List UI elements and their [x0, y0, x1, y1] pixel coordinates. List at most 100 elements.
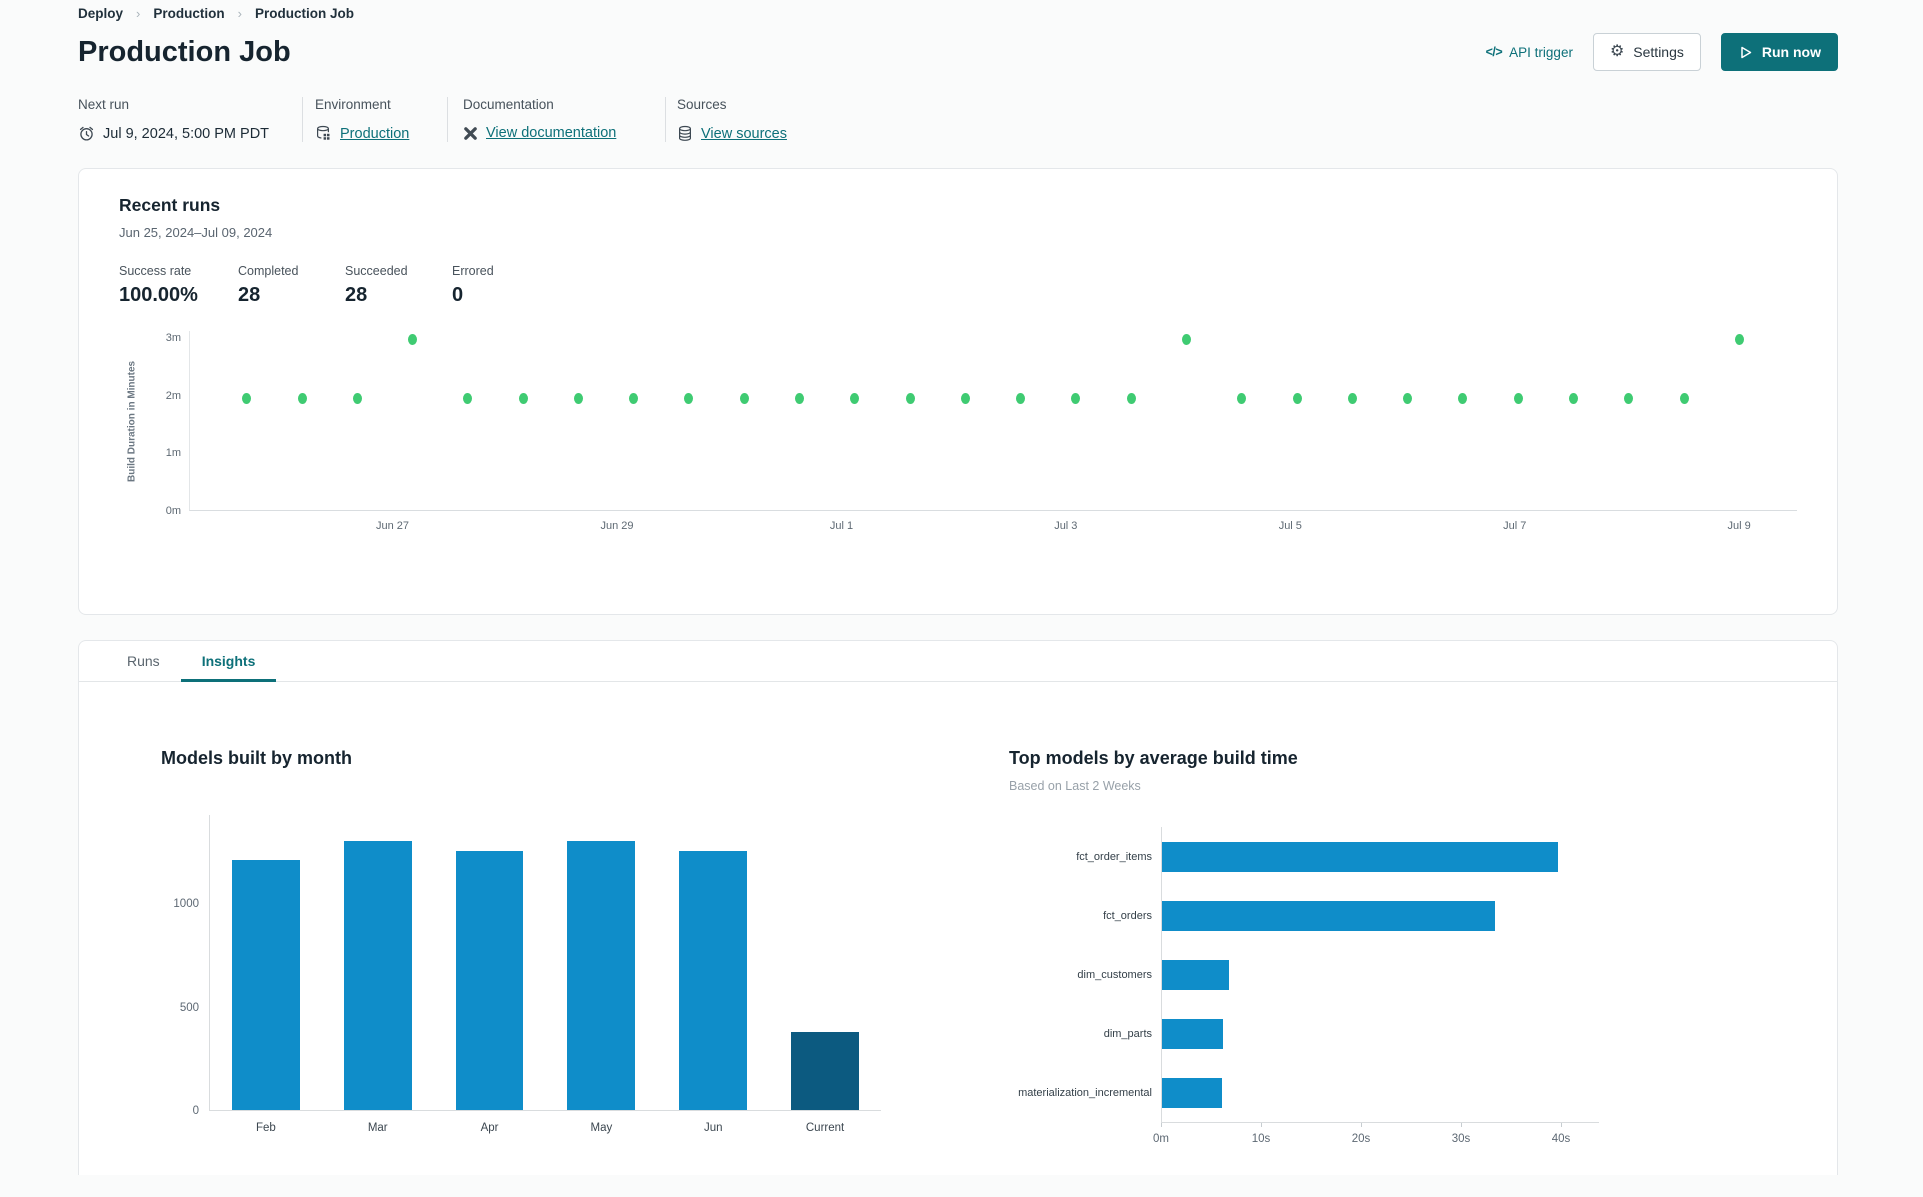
stat-success-rate: Success rate 100.00% [119, 264, 198, 306]
view-documentation-link[interactable]: View documentation [486, 125, 616, 141]
run-duration-dot[interactable] [352, 392, 362, 404]
run-duration-dot[interactable] [1734, 334, 1744, 346]
settings-button[interactable]: ⚙ Settings [1592, 33, 1701, 71]
bar[interactable] [567, 840, 636, 1110]
month-x-label: Apr [480, 1122, 499, 1134]
top-x-tick: 10s [1251, 1133, 1271, 1145]
month-bar-apr: Apr [455, 815, 524, 1134]
run-duration-dot[interactable] [1237, 392, 1247, 404]
top-model-label: dim_customers [1077, 968, 1152, 981]
breadcrumb-item-deploy[interactable]: Deploy [78, 6, 123, 21]
top-x-tick: 40s [1551, 1133, 1571, 1145]
environment-column: Environment Production [303, 97, 448, 142]
recent-runs-date-range: Jun 25, 2024–Jul 09, 2024 [119, 225, 273, 240]
scatter-y-tick: 0m [165, 505, 181, 517]
next-run-column: Next run Jul 9, 2024, 5:00 PM PDT [78, 97, 303, 142]
run-duration-dot[interactable] [1016, 392, 1026, 404]
run-duration-dot[interactable] [684, 392, 694, 404]
sources-column: Sources View sources [666, 97, 817, 142]
month-bar-may: May [567, 815, 636, 1134]
run-duration-dot[interactable] [518, 392, 528, 404]
chevron-right-icon: › [136, 6, 141, 21]
month-y-tick: 1000 [173, 898, 199, 911]
tab-runs[interactable]: Runs [106, 641, 181, 681]
month-bar-feb: Feb [232, 815, 300, 1134]
models-built-by-month-chart: Models built by month 0 500 1000 Feb Mar Apr… [161, 748, 901, 1156]
scatter-x-tick: Jul 9 [1727, 520, 1751, 532]
breadcrumb-item-production[interactable]: Production [153, 6, 224, 21]
run-duration-dot[interactable] [960, 392, 970, 404]
run-duration-dot[interactable] [1568, 392, 1578, 404]
stat-errored: Errored 0 [452, 264, 494, 306]
sources-label: Sources [677, 97, 727, 112]
bar[interactable] [455, 851, 524, 1110]
top-model-label: materialization_incremental [1018, 1086, 1152, 1099]
run-duration-dot[interactable] [850, 392, 860, 404]
tab-bar: Runs Insights [79, 641, 1837, 682]
run-duration-dot[interactable] [1071, 392, 1081, 404]
month-x-label: Current [805, 1122, 845, 1134]
api-trigger-link[interactable]: </> API trigger [1486, 45, 1573, 60]
bar[interactable] [343, 840, 412, 1110]
page-title: Production Job [78, 35, 291, 68]
page: Deploy › Production › Production Job Pro… [0, 0, 1923, 1197]
run-duration-dot[interactable] [795, 392, 805, 404]
run-duration-dot[interactable] [1679, 392, 1689, 404]
top-model-label: dim_parts [1103, 1027, 1152, 1040]
run-duration-dot[interactable] [463, 392, 473, 404]
top-model-row: fct_orders [1009, 886, 1609, 945]
environment-link[interactable]: Production [340, 126, 409, 142]
scatter-x-tick: Jul 1 [829, 520, 854, 532]
bar[interactable] [1162, 900, 1495, 931]
view-sources-link[interactable]: View sources [701, 126, 787, 142]
run-duration-dot[interactable] [629, 392, 639, 404]
month-x-label: Mar [367, 1122, 388, 1134]
settings-label: Settings [1633, 44, 1684, 60]
job-detail-card: Runs Insights Models built by month 0 500… [78, 640, 1838, 1175]
top-model-label: fct_order_items [1076, 850, 1152, 863]
run-now-button[interactable]: Run now [1720, 33, 1838, 71]
run-duration-dot[interactable] [1292, 392, 1302, 404]
bar[interactable] [791, 1032, 859, 1110]
run-duration-dot[interactable] [1126, 392, 1136, 404]
bar[interactable] [1162, 841, 1558, 872]
run-duration-dot[interactable] [1458, 392, 1468, 404]
top-model-row: fct_order_items [1009, 827, 1609, 886]
scatter-y-axis-title: Build Duration in Minutes [126, 360, 138, 482]
scatter-y-tick: 3m [165, 332, 181, 345]
run-duration-dot[interactable] [297, 392, 307, 404]
clock-icon [78, 125, 95, 142]
bar[interactable] [1162, 959, 1229, 990]
header-actions: </> API trigger ⚙ Settings Run now [1486, 33, 1838, 71]
top-model-row: dim_parts [1009, 1004, 1609, 1063]
run-duration-dot[interactable] [1347, 392, 1357, 404]
bar[interactable] [232, 859, 300, 1110]
run-duration-dot[interactable] [739, 392, 749, 404]
bar[interactable] [1162, 1018, 1223, 1049]
breadcrumb-item-production-job: Production Job [254, 6, 354, 21]
run-duration-dot[interactable] [573, 392, 583, 404]
top-x-tick: 0m [1153, 1133, 1169, 1145]
run-duration-dot[interactable] [1403, 392, 1413, 404]
top-models-chart: Top models by average build time Based o… [1009, 748, 1609, 1156]
top-x-tick: 30s [1451, 1133, 1471, 1145]
run-duration-dot[interactable] [242, 392, 252, 404]
run-duration-dot[interactable] [1182, 334, 1192, 346]
scatter-y-tick: 2m [165, 389, 181, 402]
run-duration-dot[interactable] [1513, 392, 1523, 404]
scatter-y-ticks: 0m 1m 2m 3m [145, 331, 189, 517]
run-duration-dot[interactable] [905, 392, 915, 404]
bar[interactable] [679, 851, 748, 1110]
top-model-row: dim_customers [1009, 945, 1609, 1004]
scatter-plot-area: Jun 27 Jun 29 Jul 1 Jul 3 Jul 5 Jul 7 Jul 9 [189, 331, 1797, 532]
next-run-value: Jul 9, 2024, 5:00 PM PDT [103, 125, 270, 142]
run-duration-dot[interactable] [408, 334, 418, 346]
gear-icon: ⚙ [1609, 43, 1625, 60]
tab-insights[interactable]: Insights [180, 641, 277, 682]
database-icon [677, 125, 693, 142]
chevron-right-icon: › [237, 6, 242, 21]
bar[interactable] [1162, 1077, 1222, 1108]
run-duration-dot[interactable] [1624, 392, 1634, 404]
month-bar-mar: Mar [343, 815, 412, 1134]
run-now-label: Run now [1761, 44, 1821, 60]
